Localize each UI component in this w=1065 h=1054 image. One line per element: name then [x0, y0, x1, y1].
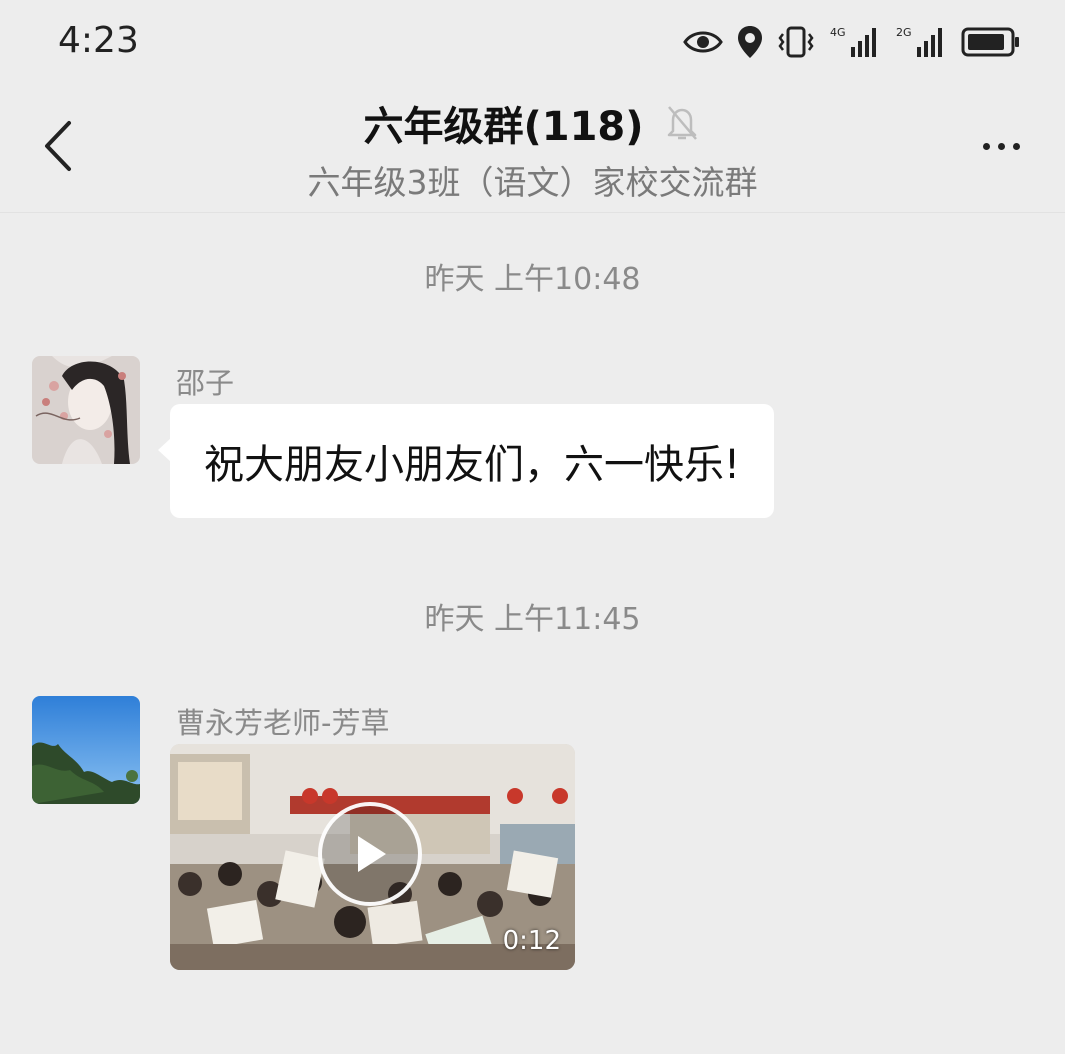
message-item: 邵子 祝大朋友小朋友们，六一快乐! — [32, 356, 892, 518]
location-icon — [737, 25, 763, 59]
signal-4g-icon: 4G — [829, 25, 881, 59]
vibrate-icon — [777, 26, 815, 58]
play-icon — [358, 836, 386, 872]
title-row: 六年级群(118) — [0, 94, 1065, 152]
message-timestamp: 昨天 上午10:48 — [424, 262, 641, 297]
video-message[interactable]: 0:12 — [170, 744, 575, 970]
play-button[interactable] — [318, 802, 422, 906]
eye-icon — [683, 28, 723, 56]
message-item: 曹永芳老师-芳草 0:12 — [32, 696, 592, 976]
status-bar: 4:23 4G 2G — [0, 0, 1065, 84]
battery-icon — [961, 26, 1021, 58]
avatar[interactable] — [32, 696, 140, 804]
dot-icon — [982, 142, 990, 150]
signal-2g-icon: 2G — [895, 25, 947, 59]
bell-muted-icon — [662, 103, 702, 143]
sender-name: 曹永芳老师-芳草 — [176, 706, 390, 740]
chat-subtitle: 六年级3班（语文）家校交流群 — [307, 163, 758, 202]
svg-text:2G: 2G — [896, 26, 912, 39]
status-icons: 4G 2G — [683, 22, 1021, 62]
svg-text:4G: 4G — [830, 26, 846, 39]
chat-header: 六年级群(118) 六年级3班（语文）家校交流群 — [0, 84, 1065, 213]
dot-icon — [997, 142, 1005, 150]
avatar[interactable] — [32, 356, 140, 464]
video-duration: 0:12 — [502, 926, 561, 956]
chat-title: 六年级群(118) — [363, 104, 644, 150]
message-timestamp: 昨天 上午11:45 — [424, 602, 641, 637]
status-time: 4:23 — [58, 20, 139, 61]
sender-name: 邵子 — [176, 366, 235, 400]
message-bubble[interactable]: 祝大朋友小朋友们，六一快乐! — [157, 404, 775, 518]
more-options-button[interactable] — [971, 126, 1031, 166]
dot-icon — [1012, 142, 1020, 150]
